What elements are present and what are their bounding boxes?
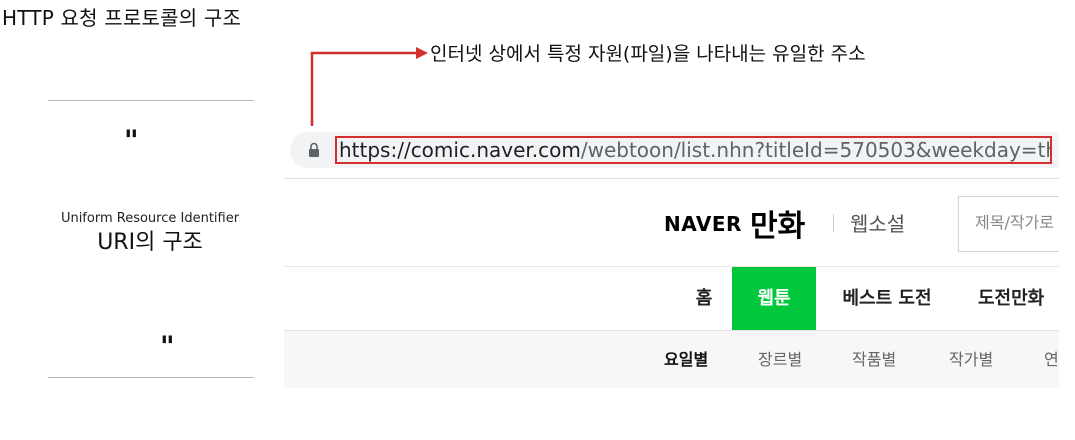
nav-best-challenge[interactable]: 베스트 도전 [832,267,942,330]
subnav-title[interactable]: 작품별 [852,331,896,388]
naver-logo[interactable]: NAVER [664,212,742,236]
open-quote-mark: " [124,124,139,157]
slide-title: HTTP 요청 프로토콜의 구조 [2,6,242,30]
slide: HTTP 요청 프로토콜의 구조 인터넷 상에서 특정 자원(파일)을 나타내는… [0,0,1075,440]
subnav-year[interactable]: 연도별 [1044,331,1059,388]
search-input[interactable] [975,213,1059,232]
lock-icon [309,142,319,157]
arrow-head [416,47,428,59]
close-quote-mark: " [160,330,175,363]
uri-korean-title: URI의 구조 [97,230,203,255]
search-box[interactable] [958,196,1059,252]
nav-home[interactable]: 홈 [682,267,726,330]
subnav-author[interactable]: 작가별 [949,331,993,388]
annotation-text: 인터넷 상에서 특정 자원(파일)을 나타내는 유일한 주소 [430,43,866,65]
nav-challenge-comics[interactable]: 도전만화 [978,267,1059,330]
uri-english-name: Uniform Resource Identifier [60,211,240,226]
subnav-weekday[interactable]: 요일별 [664,331,708,388]
url-domain: https://comic.naver.com [339,138,581,162]
header-divider [284,266,1059,267]
browser-divider [284,178,1059,179]
bottom-rule [48,377,254,378]
url-highlight-box[interactable]: https://comic.naver.com/webtoon/list.nhn… [335,136,1052,164]
manhwa-title[interactable]: 만화 [750,201,805,245]
subnav-genre[interactable]: 장르별 [758,331,802,388]
nav-webtoon[interactable]: 웹툰 [732,267,816,330]
header-separator [833,214,834,232]
url-path: /webtoon/list.nhn?titleId=570503&weekday… [580,138,1052,162]
address-bar: https://comic.naver.com/webtoon/list.nhn… [284,126,1059,174]
webnovel-link[interactable]: 웹소설 [850,208,905,237]
browser-screenshot: https://comic.naver.com/webtoon/list.nhn… [284,126,1059,388]
top-rule [48,100,254,101]
